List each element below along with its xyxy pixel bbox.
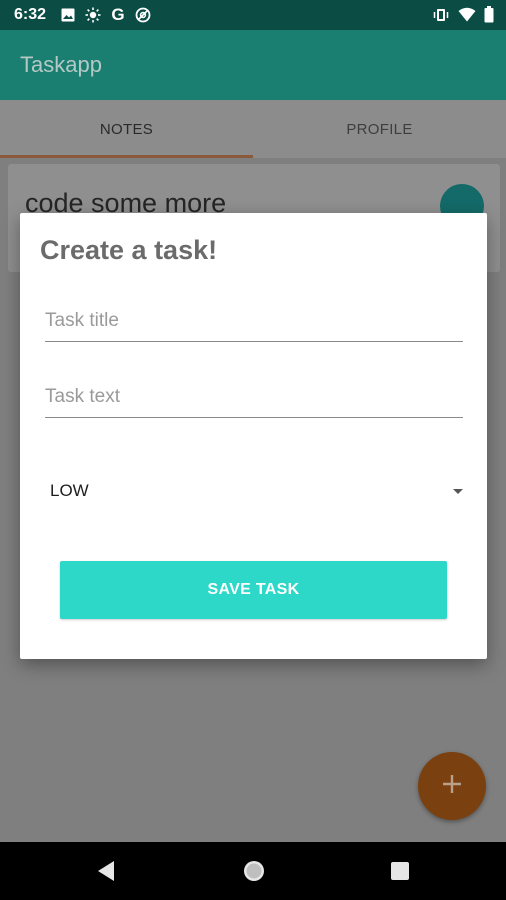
create-task-dialog: Create a task! LOW SAVE TASK xyxy=(20,213,487,659)
at-sign-icon xyxy=(135,7,151,23)
priority-dropdown[interactable]: LOW xyxy=(50,473,463,509)
brightness-icon xyxy=(85,7,101,23)
tab-profile[interactable]: PROFILE xyxy=(253,100,506,158)
add-task-button[interactable] xyxy=(418,752,486,820)
task-text-input[interactable] xyxy=(45,377,463,417)
app-title: Taskapp xyxy=(20,52,102,77)
status-right-icons xyxy=(432,6,494,28)
save-task-button[interactable]: SAVE TASK xyxy=(60,561,447,619)
status-time: 6:32 xyxy=(14,6,47,23)
battery-icon xyxy=(484,6,494,28)
home-icon[interactable] xyxy=(240,857,268,885)
system-nav-bar xyxy=(0,842,506,900)
task-title-input[interactable] xyxy=(45,301,463,341)
dialog-title: Create a task! xyxy=(40,235,218,265)
status-bar: 6:32 G xyxy=(0,0,506,30)
task-text-field[interactable] xyxy=(45,377,463,418)
wifi-icon xyxy=(458,7,476,27)
image-icon xyxy=(60,7,76,23)
vibrate-icon xyxy=(432,7,450,28)
back-icon[interactable] xyxy=(92,857,120,885)
app-bar: Taskapp xyxy=(0,30,506,100)
status-icons: G xyxy=(60,5,151,24)
chevron-down-icon xyxy=(450,484,466,500)
tab-notes[interactable]: NOTES xyxy=(0,100,253,158)
google-icon: G xyxy=(111,5,125,24)
plus-icon xyxy=(441,773,463,800)
priority-value: LOW xyxy=(50,481,89,500)
task-title-field[interactable] xyxy=(45,301,463,342)
tab-bar: NOTES PROFILE xyxy=(0,100,506,158)
recents-icon[interactable] xyxy=(386,857,414,885)
